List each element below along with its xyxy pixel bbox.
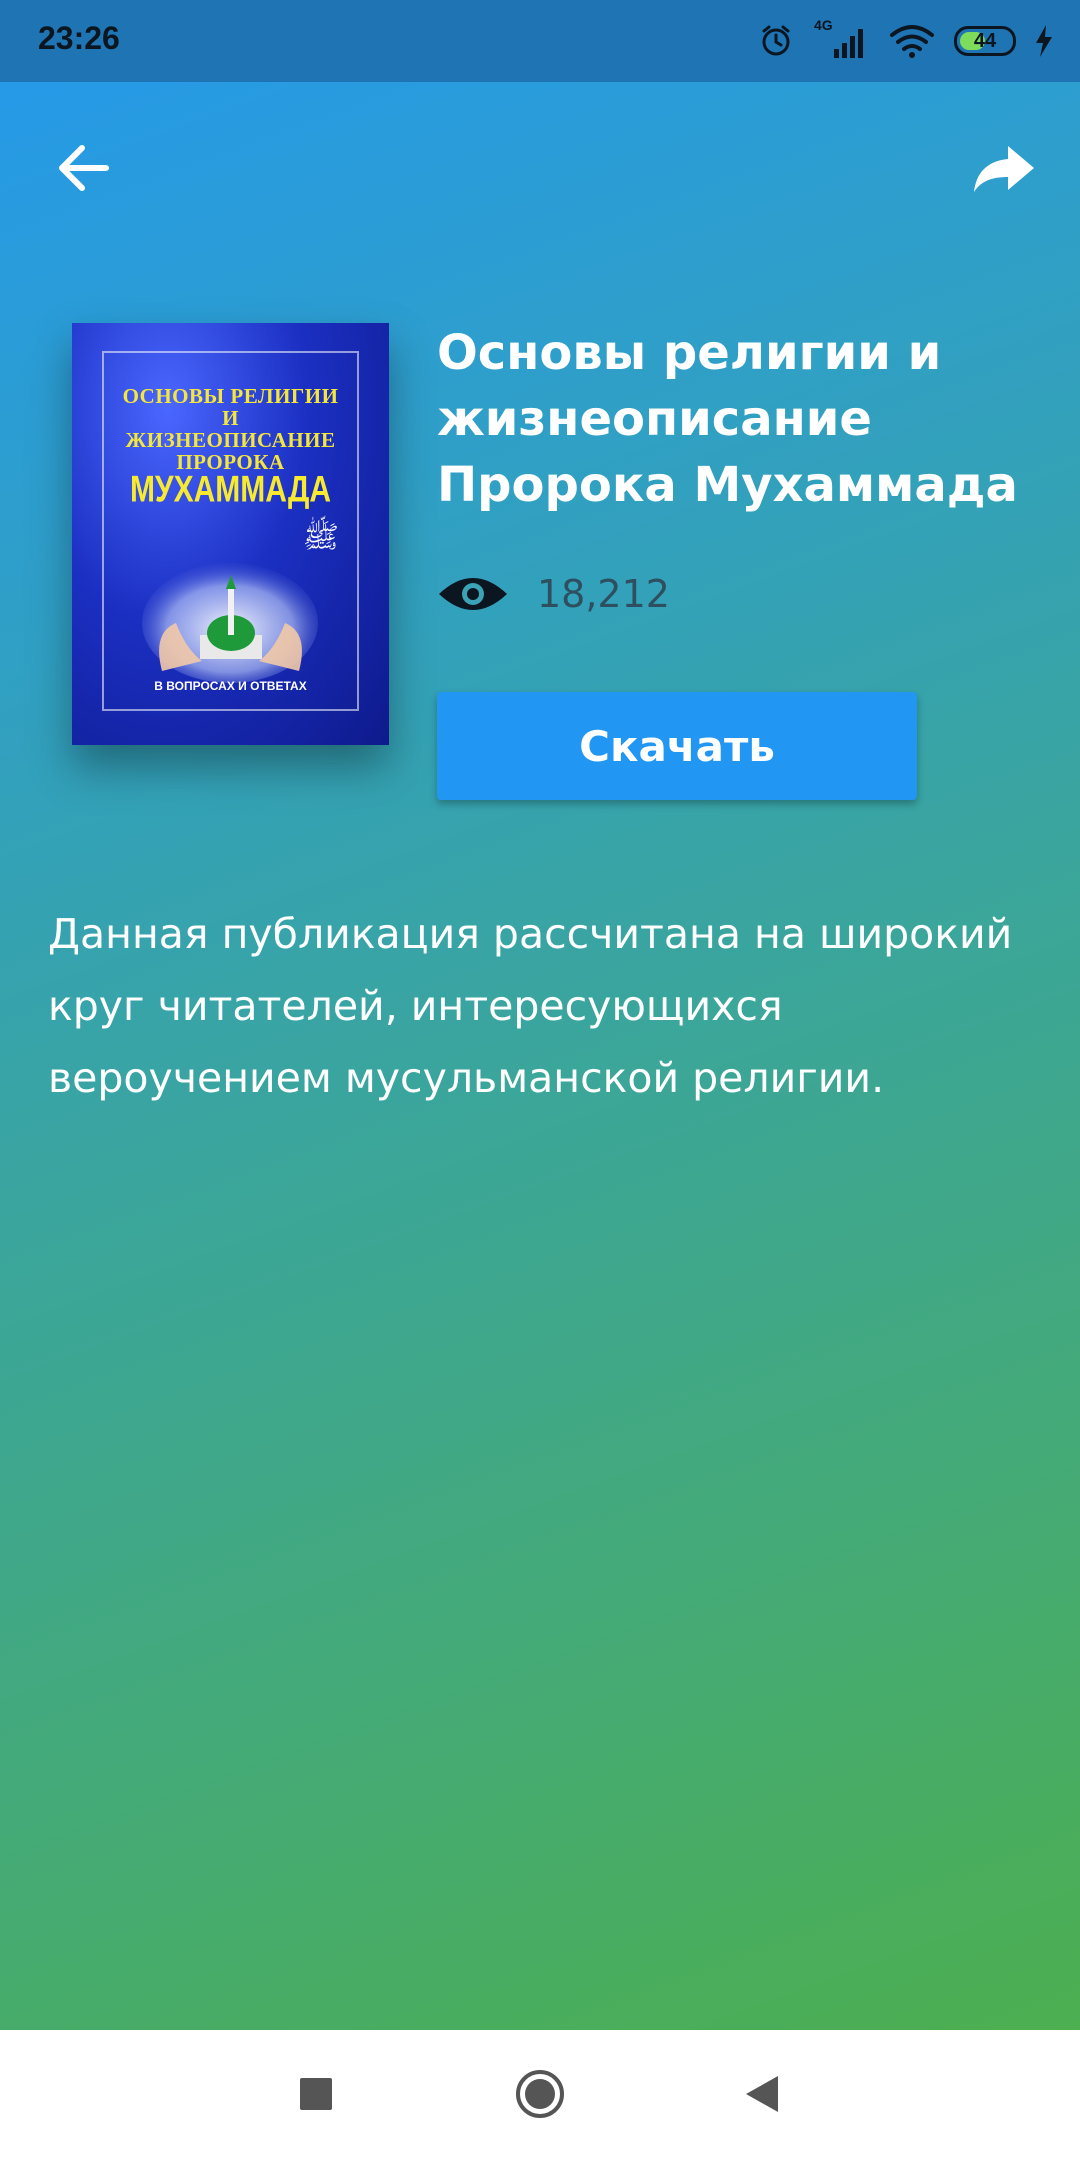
- eye-icon: [439, 578, 507, 610]
- battery-indicator: 44: [954, 26, 1016, 56]
- cover-main-name: МУХАММАДА: [129, 468, 332, 510]
- cell-signal-icon: 4G: [812, 17, 870, 61]
- navigation-bar: [0, 2030, 1080, 2160]
- home-button[interactable]: [508, 2062, 572, 2126]
- book-title: Основы религии и жизнеописание Пророка М…: [437, 325, 1018, 513]
- status-bar: 23:26 4G 44: [0, 0, 1080, 82]
- download-button[interactable]: Скачать: [437, 692, 917, 800]
- battery-level: 44: [973, 29, 997, 52]
- alarm-icon: [762, 25, 790, 56]
- mosque-dome-illustration: [142, 563, 318, 683]
- cover-subtitle: В ВОПРОСАХ И ОТВЕТАХ: [154, 679, 307, 693]
- share-button[interactable]: [968, 132, 1040, 204]
- circle-icon: [516, 2070, 564, 2118]
- recents-button[interactable]: [284, 2062, 348, 2126]
- square-icon: [300, 2078, 332, 2110]
- status-time: 23:26: [38, 20, 120, 56]
- arrow-left-icon: [59, 145, 109, 191]
- back-button[interactable]: [48, 132, 120, 204]
- views-count: 18,212: [537, 572, 670, 616]
- cover-title: ОСНОВЫ РЕЛИГИИ И ЖИЗНЕОПИСАНИЕ ПРОРОКА: [72, 385, 389, 473]
- share-icon: [974, 146, 1034, 192]
- book-description: Данная публикация рассчитана на широкий …: [48, 910, 1013, 1102]
- nav-back-button[interactable]: [730, 2062, 794, 2126]
- cover-title-line: И: [222, 406, 239, 430]
- views-counter: 18,212: [437, 572, 670, 616]
- cover-title-line: ЖИЗНЕОПИСАНИЕ: [125, 428, 336, 452]
- book-cover[interactable]: ОСНОВЫ РЕЛИГИИ И ЖИЗНЕОПИСАНИЕ ПРОРОКА М…: [72, 323, 389, 745]
- charging-icon: [1036, 25, 1052, 57]
- status-icons: 4G 44: [758, 17, 1054, 64]
- cover-title-line: ОСНОВЫ РЕЛИГИИ: [122, 384, 339, 408]
- app-screen: 23:26 4G 44 ОСНОВЫ РЕЛИГИИ И ЖИЗНЕОПИСАН…: [0, 0, 1080, 2030]
- triangle-back-icon: [746, 2076, 778, 2112]
- wifi-icon: [890, 25, 934, 58]
